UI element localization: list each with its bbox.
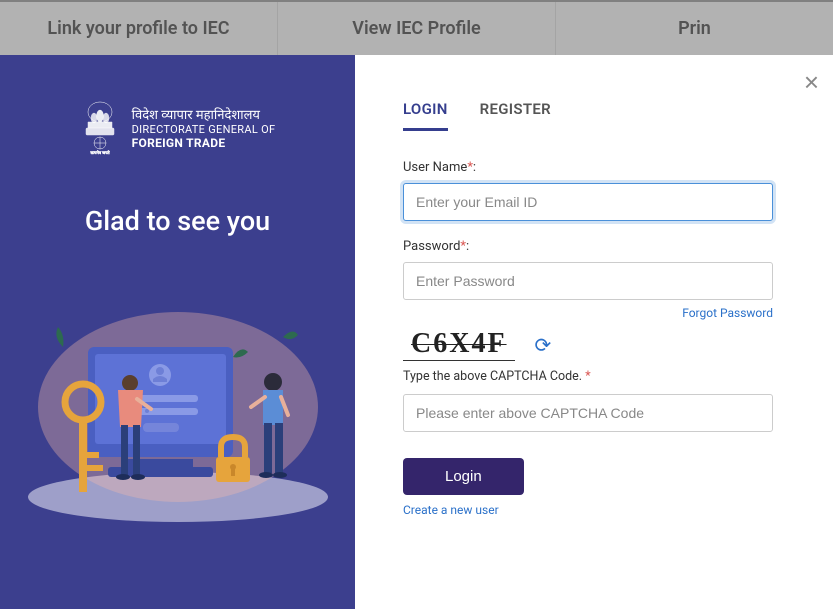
right-form-panel: × LOGIN REGISTER User Name*: Password*: … bbox=[355, 55, 833, 609]
org-name-hindi: विदेश व्यापार महानिदेशालय bbox=[132, 105, 276, 123]
tab-login[interactable]: LOGIN bbox=[403, 100, 448, 131]
left-branding-panel: सत्यमेव जयते विदेश व्यापार महानिदेशालय D… bbox=[0, 55, 355, 609]
org-name-block: विदेश व्यापार महानिदेशालय DIRECTORATE GE… bbox=[132, 105, 276, 150]
tab-register[interactable]: REGISTER bbox=[480, 100, 551, 131]
login-form: User Name*: Password*: Forgot Password C… bbox=[403, 160, 773, 517]
close-icon: × bbox=[804, 67, 819, 97]
captcha-row: C6X4F ⟳ bbox=[403, 328, 773, 361]
welcome-heading: Glad to see you bbox=[85, 205, 270, 237]
org-name-en1: DIRECTORATE GENERAL OF bbox=[132, 123, 276, 136]
password-label: Password*: bbox=[403, 239, 773, 254]
forgot-password-link[interactable]: Forgot Password bbox=[403, 306, 773, 320]
dim-overlay bbox=[0, 0, 833, 55]
create-user-link[interactable]: Create a new user bbox=[403, 503, 773, 517]
org-name-en2: FOREIGN TRADE bbox=[132, 136, 276, 150]
captcha-label: Type the above CAPTCHA Code. * bbox=[403, 369, 773, 384]
username-input[interactable] bbox=[403, 183, 773, 221]
emblem-icon: सत्यमेव जयते bbox=[80, 100, 120, 155]
refresh-captcha-icon[interactable]: ⟳ bbox=[535, 333, 552, 357]
captcha-image: C6X4F bbox=[403, 328, 515, 361]
captcha-input[interactable] bbox=[403, 394, 773, 432]
auth-tabs: LOGIN REGISTER bbox=[403, 100, 773, 132]
svg-text:सत्यमेव जयते: सत्यमेव जयते bbox=[90, 150, 110, 155]
logo-block: सत्यमेव जयते विदेश व्यापार महानिदेशालय D… bbox=[80, 100, 276, 155]
username-label: User Name*: bbox=[403, 160, 773, 175]
close-button[interactable]: × bbox=[804, 67, 819, 98]
password-input[interactable] bbox=[403, 262, 773, 300]
login-modal: सत्यमेव जयते विदेश व्यापार महानिदेशालय D… bbox=[0, 55, 833, 609]
login-illustration bbox=[23, 287, 333, 527]
login-button[interactable]: Login bbox=[403, 458, 524, 495]
